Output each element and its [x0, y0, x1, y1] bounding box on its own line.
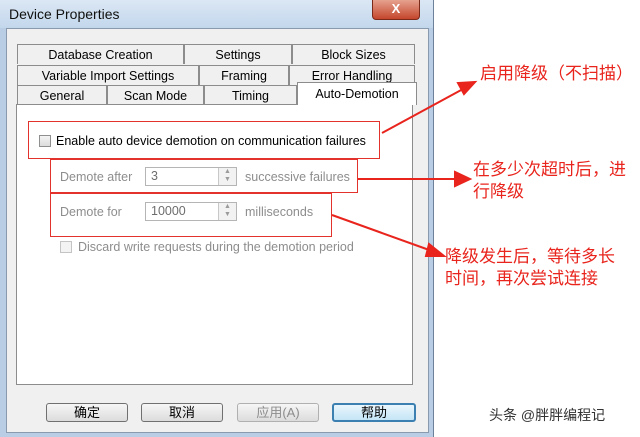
annotation-timeout-text: 在多少次超时后，进行降级: [473, 160, 626, 201]
annotation-retry-text: 降级发生后，等待多长时间，再次尝试连接: [445, 247, 615, 288]
arrow-enable-head: [456, 80, 478, 96]
arrow-demote-for-head: [424, 242, 447, 257]
annotation-enable-text: 启用降级（不扫描）: [480, 64, 633, 83]
arrow-demote-for: [331, 214, 433, 252]
tab-auto-demotion[interactable]: Auto-Demotion: [297, 82, 417, 105]
arrow-demote-after-head: [454, 170, 473, 188]
watermark: 头条 @胖胖编程记: [489, 407, 606, 423]
